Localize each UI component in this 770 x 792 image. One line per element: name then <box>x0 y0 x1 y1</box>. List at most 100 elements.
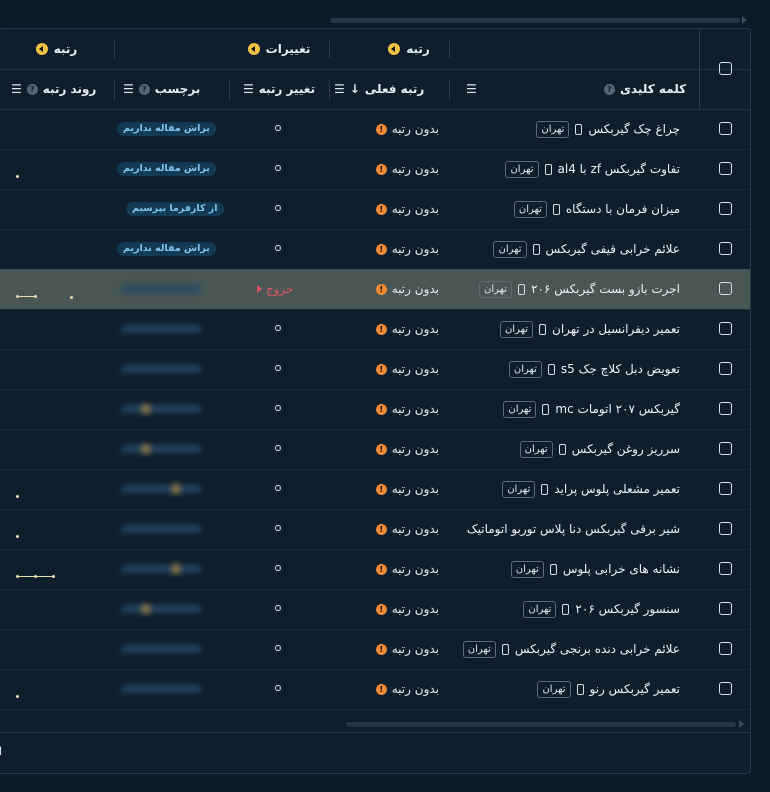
keyword-text[interactable]: چراغ چک گیربکس <box>588 122 680 136</box>
scroll-right-arrow-icon[interactable] <box>739 720 744 728</box>
table-row[interactable]: تعمیر مشعلی پلوس پراید تهران بدون رتبه! <box>0 469 750 510</box>
table-row[interactable]: سنسور گیربکس ۲۰۶ تهران بدون رتبه! <box>0 589 750 630</box>
keyword-cell[interactable]: علائم خرابی دنده برنجی گیربکس تهران <box>462 629 680 669</box>
keyword-cell[interactable]: تعویض دبل کلاچ جک s5 تهران <box>508 349 680 389</box>
keyword-text[interactable]: علائم خرابی دنده برنجی گیربکس <box>515 642 680 656</box>
row-checkbox[interactable] <box>719 642 732 655</box>
keyword-cell[interactable]: چراغ چک گیربکس تهران <box>536 109 680 149</box>
table-row[interactable]: علائم خرابی دنده برنجی گیربکس تهران بدون ر… <box>0 629 750 670</box>
group-rank-left[interactable]: رتبه <box>0 29 114 69</box>
help-icon[interactable]: ? <box>26 83 38 95</box>
play-icon[interactable] <box>247 43 260 55</box>
table-row[interactable]: گیربکس ۲۰۷ اتومات mc تهران بدون رتبه! <box>0 389 750 430</box>
keyword-text[interactable]: گیربکس ۲۰۷ اتومات mc <box>555 402 680 416</box>
label-tag[interactable]: براش مقاله نداریم <box>117 242 216 256</box>
group-changes[interactable]: تغییرات <box>229 29 329 69</box>
row-checkbox[interactable] <box>719 682 732 695</box>
header-current-rank[interactable]: ☰ ↓ رتبه فعلی <box>334 69 424 109</box>
table-row[interactable]: اجرت بازو بست گیربکس ۲۰۶ تهران بدون رتبه! خ… <box>0 269 750 310</box>
keyword-text[interactable]: تعویض دبل کلاچ جک s5 <box>561 362 680 376</box>
group-rank-right[interactable]: رتبه <box>369 29 449 69</box>
keyword-cell[interactable]: سنسور گیربکس ۲۰۶ تهران <box>523 589 680 629</box>
row-checkbox[interactable] <box>719 482 732 495</box>
row-checkbox[interactable] <box>719 202 732 215</box>
table-row[interactable]: سرریز روغن گیربکس تهران بدون رتبه! <box>0 429 750 470</box>
header-rank-trend[interactable]: ☰ ? روند رتبه <box>11 69 96 109</box>
bottom-horizontal-scrollbar[interactable] <box>346 722 736 727</box>
keyword-text[interactable]: نشانه های خرابی پلوس <box>563 562 680 576</box>
keyword-cell[interactable]: تعمیر دیفرانسیل در تهران تهران <box>499 309 680 349</box>
help-icon[interactable]: ? <box>604 83 615 95</box>
rank-change-circle-icon <box>275 245 281 251</box>
play-icon[interactable] <box>35 43 48 55</box>
blurred-icon <box>171 484 181 494</box>
keyword-cell[interactable]: سرریز روغن گیربکس تهران <box>519 429 680 469</box>
keyword-cell[interactable]: علائم خرابی قیفی گیربکس تهران <box>493 229 680 269</box>
row-checkbox[interactable] <box>719 402 732 415</box>
keyword-text[interactable]: سرریز روغن گیربکس <box>572 442 680 456</box>
keyword-text[interactable]: تعمیر مشعلی پلوس پراید <box>554 482 680 496</box>
label-tag[interactable]: براش مقاله نداریم <box>117 122 216 136</box>
menu-icon[interactable]: ☰ <box>334 82 345 96</box>
keyword-text[interactable]: علائم خرابی قیفی گیربکس <box>546 242 680 256</box>
row-checkbox[interactable] <box>719 322 732 335</box>
table-row[interactable]: تعویض دبل کلاچ جک s5 تهران بدون رتبه! <box>0 349 750 390</box>
keyword-cell[interactable]: میزان فرمان با دستگاه تهران <box>513 189 680 229</box>
play-icon[interactable] <box>388 43 401 55</box>
row-checkbox[interactable] <box>719 282 732 295</box>
menu-icon[interactable]: ☰ <box>11 82 22 96</box>
table-row[interactable]: چراغ چک گیربکس تهران بدون رتبه! براش مقاله … <box>0 109 750 150</box>
keyword-cell[interactable]: شیر برقی گیربکس دنا پلاس توربو اتوماتیک <box>467 509 680 549</box>
menu-icon[interactable]: ☰ <box>123 82 134 96</box>
keyword-cell[interactable]: اجرت بازو بست گیربکس ۲۰۶ تهران <box>479 269 680 309</box>
table-row[interactable]: تعمیر دیفرانسیل در تهران تهران بدون رتبه! <box>0 309 750 350</box>
scroll-right-arrow-icon[interactable] <box>742 16 747 24</box>
location-chip: تهران <box>499 320 533 338</box>
current-rank-cell: بدون رتبه! <box>359 189 439 229</box>
header-keyword-menu[interactable]: ☰ <box>466 69 477 109</box>
help-icon[interactable]: ? <box>138 83 150 95</box>
keyword-text[interactable]: تعمیر گیربکس رنو <box>590 682 681 696</box>
keyword-text[interactable]: اجرت بازو بست گیربکس ۲۰۶ <box>531 282 680 296</box>
table-row[interactable]: نشانه های خرابی پلوس تهران بدون رتبه! <box>0 549 750 590</box>
keyword-cell[interactable]: تعمیر مشعلی پلوس پراید تهران <box>502 469 680 509</box>
blurred-icon <box>171 564 181 574</box>
keyword-text[interactable]: شیر برقی گیربکس دنا پلاس توربو اتوماتیک <box>467 522 680 536</box>
keyword-text[interactable]: سنسور گیربکس ۲۰۶ <box>575 602 680 616</box>
row-checkbox[interactable] <box>719 122 732 135</box>
table-row[interactable]: تعمیر گیربکس رنو تهران بدون رتبه! <box>0 669 750 710</box>
keyword-cell[interactable]: نشانه های خرابی پلوس تهران <box>510 549 680 589</box>
header-rank-change[interactable]: ☰ تغییر رتبه <box>243 69 315 109</box>
header-keyword[interactable]: ? کلمه کلیدی <box>604 69 686 109</box>
label-tag[interactable]: از کارفرما بپرسیم <box>126 202 224 216</box>
row-checkbox[interactable] <box>719 602 732 615</box>
top-horizontal-scrollbar[interactable] <box>330 18 740 23</box>
table-row[interactable]: تفاوت گیربکس zf با al4 تهران بدون رتبه! برا… <box>0 149 750 190</box>
rank-change-circle-icon <box>275 645 281 651</box>
keyword-cell[interactable]: گیربکس ۲۰۷ اتومات mc تهران <box>503 389 680 429</box>
row-checkbox[interactable] <box>719 562 732 575</box>
keyword-cell[interactable]: تفاوت گیربکس zf با al4 تهران <box>505 149 680 189</box>
menu-icon[interactable]: ☰ <box>243 82 254 96</box>
label-tag[interactable]: براش مقاله نداریم <box>117 162 216 176</box>
row-checkbox[interactable] <box>719 442 732 455</box>
menu-icon[interactable]: ☰ <box>466 82 477 96</box>
keyword-text[interactable]: تفاوت گیربکس zf با al4 <box>558 162 681 176</box>
table-row[interactable]: علائم خرابی قیفی گیربکس تهران بدون رتبه! بر… <box>0 229 750 270</box>
keyword-cell[interactable]: تعمیر گیربکس رنو تهران <box>537 669 680 709</box>
header-label[interactable]: ☰ ? برچسب <box>123 69 200 109</box>
sort-down-icon[interactable]: ↓ <box>350 82 360 96</box>
rank-change-circle-icon <box>275 205 281 211</box>
header-label-text: برچسب <box>154 82 201 96</box>
row-checkbox[interactable] <box>719 522 732 535</box>
row-checkbox[interactable] <box>719 162 732 175</box>
row-checkbox[interactable] <box>719 362 732 375</box>
row-checkbox[interactable] <box>719 242 732 255</box>
table-row[interactable]: شیر برقی گیربکس دنا پلاس توربو اتوماتیک ب… <box>0 509 750 550</box>
table-row[interactable]: میزان فرمان با دستگاه تهران بدون رتبه! از ک… <box>0 189 750 230</box>
warning-icon: ! <box>375 243 387 255</box>
keyword-text[interactable]: تعمیر دیفرانسیل در تهران <box>552 322 680 336</box>
mobile-icon <box>575 123 583 135</box>
keyword-text[interactable]: میزان فرمان با دستگاه <box>566 202 680 216</box>
no-rank-text: بدون رتبه <box>391 482 439 496</box>
